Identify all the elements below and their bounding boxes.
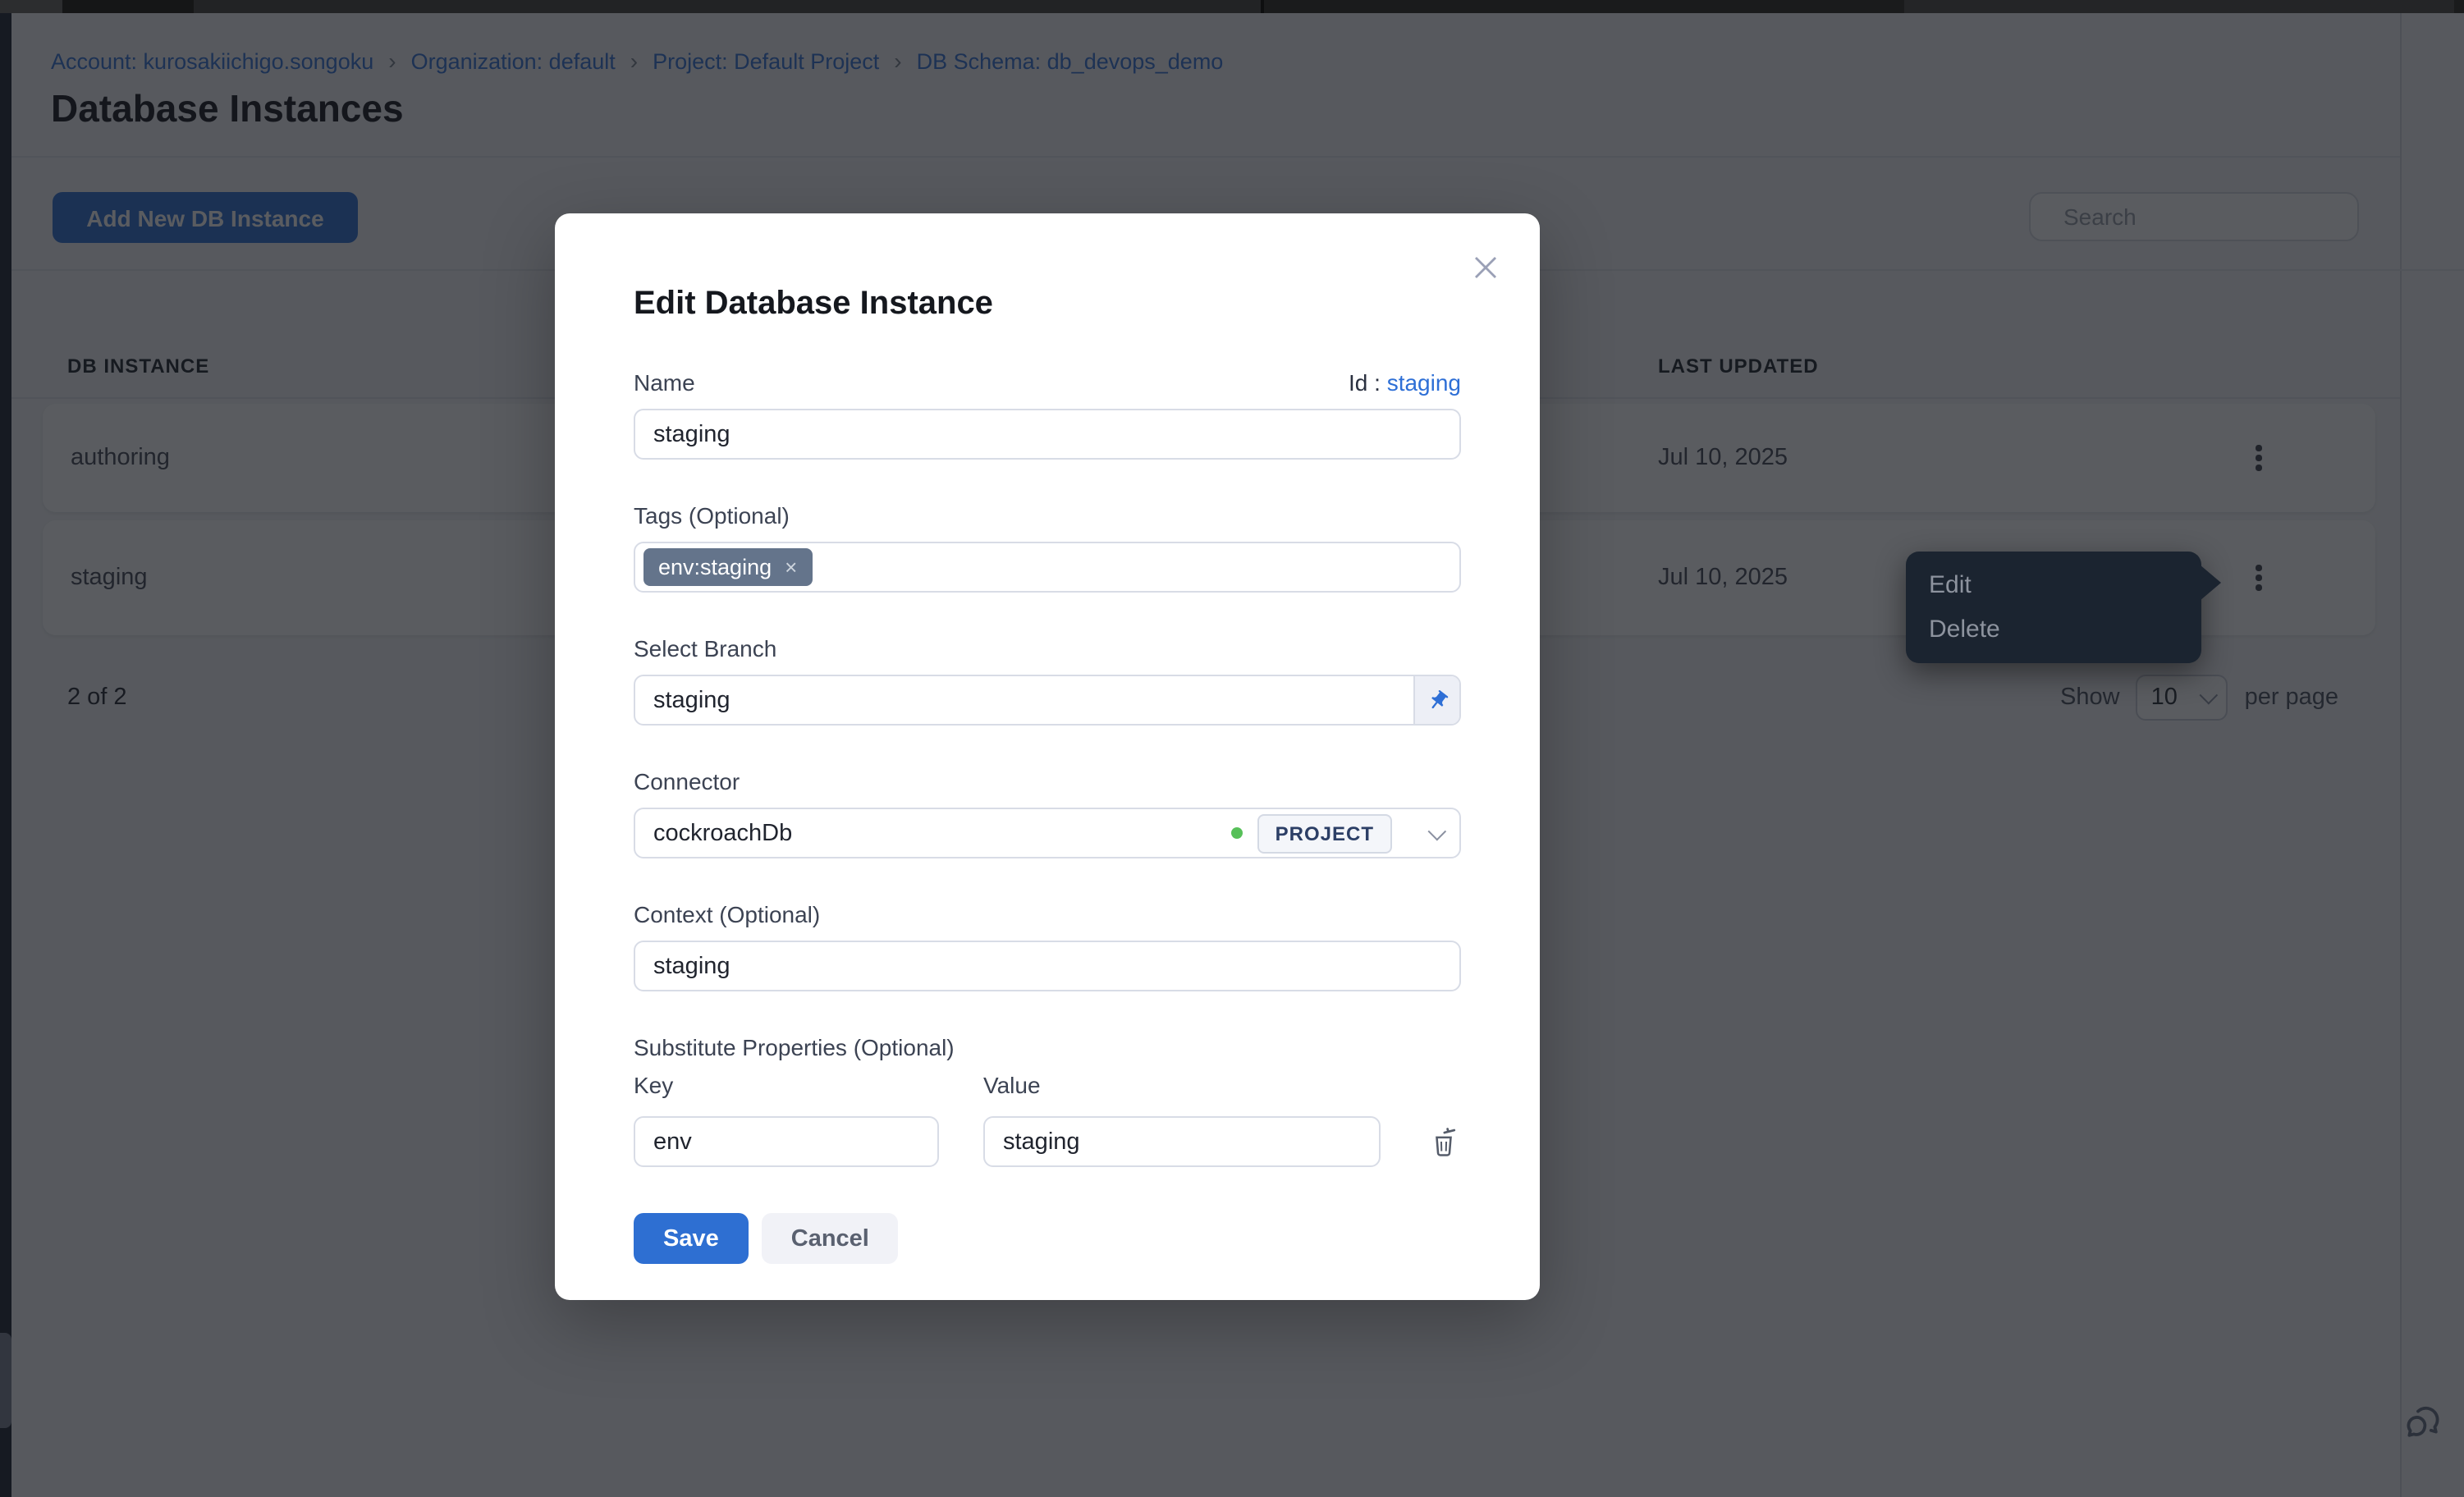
substitute-properties-label: Substitute Properties (Optional) bbox=[634, 1034, 1461, 1062]
chevron-down-icon bbox=[1428, 822, 1447, 840]
context-label: Context (Optional) bbox=[634, 901, 820, 929]
substitute-key-input[interactable] bbox=[634, 1116, 939, 1167]
substitute-value-input[interactable] bbox=[983, 1116, 1381, 1167]
connector-status-dot bbox=[1231, 827, 1243, 839]
value-label: Value bbox=[983, 1072, 1041, 1100]
tab-segment bbox=[0, 0, 62, 13]
tab-segment bbox=[1264, 0, 1904, 13]
context-menu-item-edit[interactable]: Edit bbox=[1906, 563, 2201, 607]
branch-input[interactable] bbox=[634, 675, 1461, 726]
pin-icon bbox=[1421, 684, 1453, 716]
chat-bubbles-icon bbox=[2402, 1402, 2444, 1444]
select-branch-label: Select Branch bbox=[634, 635, 776, 663]
connector-label: Connector bbox=[634, 768, 740, 796]
connector-scope-badge: PROJECT bbox=[1257, 813, 1392, 853]
id-value-link[interactable]: staging bbox=[1387, 369, 1461, 396]
key-label: Key bbox=[634, 1072, 939, 1100]
context-field-section: Context (Optional) bbox=[634, 901, 1461, 991]
cancel-button[interactable]: Cancel bbox=[762, 1213, 899, 1264]
tag-text: env:staging bbox=[658, 555, 772, 579]
modal-title: Edit Database Instance bbox=[634, 286, 1461, 323]
name-label: Name bbox=[634, 369, 695, 397]
pin-branch-button[interactable] bbox=[1413, 676, 1459, 724]
name-input[interactable] bbox=[634, 409, 1461, 460]
tab-segment bbox=[1904, 0, 2454, 13]
tags-field-section: Tags (Optional) env:staging × bbox=[634, 502, 1461, 593]
screen: Account: kurosakiichigo.songoku › Organi… bbox=[0, 0, 2464, 1497]
browser-tab-strip bbox=[0, 0, 2464, 13]
connector-field-section: Connector cockroachDb PROJECT bbox=[634, 768, 1461, 858]
tags-label: Tags (Optional) bbox=[634, 502, 790, 530]
trash-icon[interactable] bbox=[1430, 1126, 1458, 1157]
tab-segment bbox=[62, 0, 194, 13]
name-field-section: Name Id : staging bbox=[634, 369, 1461, 460]
connector-select[interactable]: cockroachDb PROJECT bbox=[634, 808, 1461, 858]
tag-remove-icon[interactable]: × bbox=[785, 555, 797, 579]
edit-database-instance-modal: Edit Database Instance Name Id : staging… bbox=[555, 213, 1540, 1300]
branch-field-section: Select Branch bbox=[634, 635, 1461, 726]
id-label: Id : bbox=[1349, 369, 1381, 396]
support-chat-launcher[interactable] bbox=[2402, 1402, 2444, 1453]
tag-chip: env:staging × bbox=[643, 548, 812, 586]
row-context-menu: Edit Delete bbox=[1906, 552, 2201, 663]
context-input[interactable] bbox=[634, 941, 1461, 991]
connector-value: cockroachDb bbox=[653, 820, 1231, 846]
save-button[interactable]: Save bbox=[634, 1213, 749, 1264]
close-icon[interactable] bbox=[1471, 253, 1500, 282]
context-menu-item-delete[interactable]: Delete bbox=[1906, 607, 2201, 652]
tags-input[interactable]: env:staging × bbox=[634, 542, 1461, 593]
tab-segment bbox=[194, 0, 1261, 13]
instance-id: Id : staging bbox=[1349, 369, 1461, 396]
context-menu-arrow bbox=[2200, 565, 2221, 601]
substitute-properties-section: Substitute Properties (Optional) Key Val… bbox=[634, 1034, 1461, 1167]
